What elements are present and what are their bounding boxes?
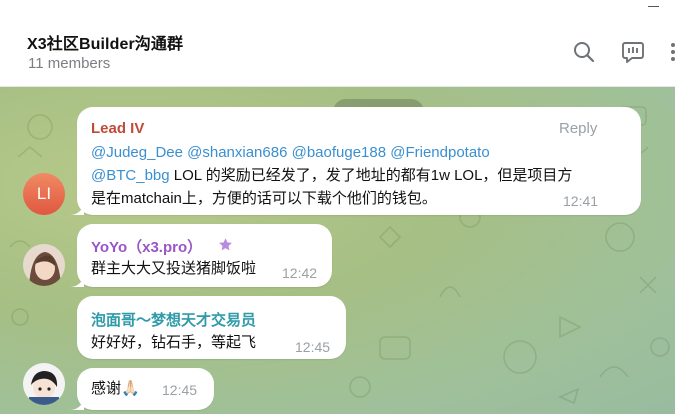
avatar[interactable]: [23, 363, 65, 405]
message-text-line: @BTC_bbg LOL 的奖励已经发了，发了地址的都有1w LOL，但是项目方: [91, 164, 572, 187]
more-vertical-icon[interactable]: [664, 40, 675, 64]
comments-icon[interactable]: [621, 40, 645, 64]
sender-name[interactable]: 泡面哥～梦想天才交易员: [91, 309, 256, 330]
avatar[interactable]: LI: [23, 173, 65, 215]
message-bubble[interactable]: 感谢🙏🏻 12:45: [70, 368, 214, 410]
message-time: 12:45: [295, 339, 331, 355]
bubble-tail: [70, 396, 84, 410]
message-bubble[interactable]: 泡面哥～梦想天才交易员 好好好，钻石手，等起飞 12:45: [77, 296, 346, 359]
member-count: 11 members: [28, 55, 111, 72]
search-icon[interactable]: [572, 40, 596, 64]
mention-link[interactable]: @BTC_bbg: [91, 167, 170, 184]
window-top-strip: [0, 0, 675, 16]
reply-button[interactable]: Reply: [559, 120, 597, 137]
message-time: 12:45: [162, 382, 198, 398]
message-bubble[interactable]: YoYo（x3.pro） 群主大大又投送猪脚饭啦 12:42: [70, 224, 332, 287]
message-time: 12:42: [282, 265, 318, 281]
minimize-icon[interactable]: [648, 6, 659, 7]
user-photo-icon: [23, 363, 65, 405]
bubble-tail: [70, 201, 84, 215]
message-mentions[interactable]: @Judeg_Dee @shanxian686 @baofuge188 @Fri…: [91, 141, 490, 164]
message-text: 好好好，钻石手，等起飞: [91, 334, 257, 351]
message-text: 群主大大又投送猪脚饭啦: [91, 260, 257, 277]
chat-area[interactable]: March 31 LI Lead IV Reply @Judeg_Dee @sh…: [0, 87, 675, 414]
sender-name[interactable]: YoYo（x3.pro）: [91, 236, 202, 257]
star-icon: [219, 238, 232, 251]
message-time: 12:41: [563, 193, 599, 209]
chat-header[interactable]: X3社区Builder沟通群 11 members: [0, 16, 675, 87]
sender-name[interactable]: Lead IV: [91, 120, 144, 137]
avatar[interactable]: [23, 244, 65, 286]
group-title: X3社区Builder沟通群: [27, 36, 184, 53]
message-text: 是在matchain上，方便的话可以下载个他们的钱包。: [91, 190, 437, 207]
user-photo-icon: [23, 244, 65, 286]
bubble-tail: [70, 273, 84, 287]
avatar-initials: LI: [36, 184, 52, 203]
message-bubble[interactable]: Lead IV Reply @Judeg_Dee @shanxian686 @b…: [70, 107, 641, 215]
message-text: LOL 的奖励已经发了，发了地址的都有1w LOL，但是项目方: [169, 167, 573, 184]
message-text: 感谢🙏🏻: [91, 380, 140, 397]
